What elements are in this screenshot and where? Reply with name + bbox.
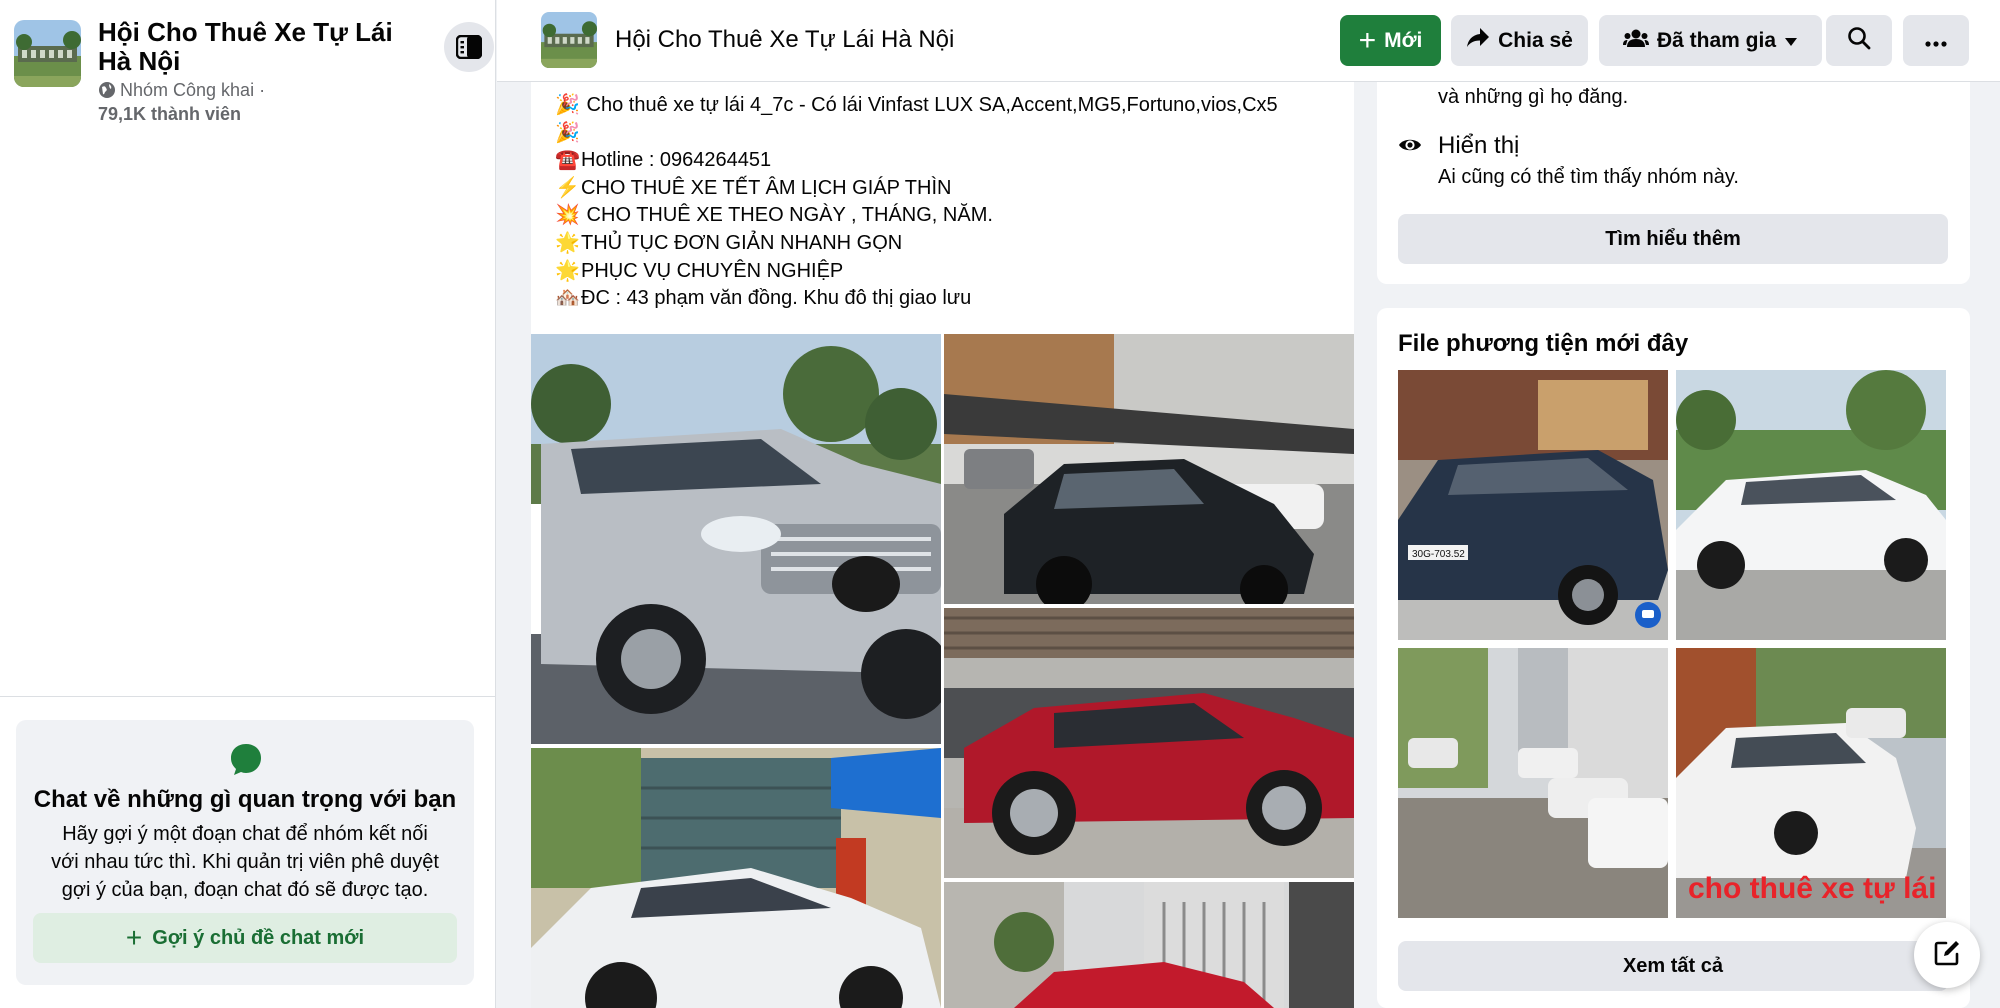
joined-button[interactable]: Đã tham gia bbox=[1599, 15, 1822, 66]
visibility-title: Hiển thị bbox=[1438, 132, 1520, 159]
post-line: 🎉 Cho thuê xe tự lái 4_7c - Có lái Vinfa… bbox=[555, 92, 1345, 120]
header-group-name[interactable]: Hội Cho Thuê Xe Tự Lái Hà Nội bbox=[615, 26, 954, 54]
post-line-text: Hotline : 0964264451 bbox=[581, 149, 772, 172]
post-line-text: PHỤC VỤ CHUYÊN NGHIỆP bbox=[581, 259, 844, 282]
post-line-text: ĐC : 43 phạm văn đồng. Khu đô thị giao l… bbox=[581, 287, 972, 310]
dark-sedan-thumb[interactable]: 30G-703.52 bbox=[1398, 370, 1668, 640]
search-icon bbox=[1847, 26, 1871, 56]
about-group-card: và những gì họ đăng. Hiển thị Ai cũng có… bbox=[1377, 66, 1970, 284]
party-popper-icon: 🎉 bbox=[555, 121, 580, 144]
collapse-sidebar-button[interactable] bbox=[444, 22, 494, 72]
white-sedan-thumb[interactable] bbox=[1676, 370, 1946, 640]
group-sidebar: Hội Cho Thuê Xe Tự Lái Hà Nội Nhóm Công … bbox=[0, 0, 496, 1008]
group-privacy: Nhóm Công khai · bbox=[98, 78, 265, 105]
feed-post: 🎉 Cho thuê xe tự lái 4_7c - Có lái Vinfa… bbox=[531, 82, 1354, 1008]
street-parking-thumb[interactable] bbox=[1398, 648, 1668, 918]
black-suv-photo[interactable] bbox=[944, 334, 1354, 604]
group-member-count[interactable]: 79,1K thành viên bbox=[98, 104, 241, 125]
group-name[interactable]: Hội Cho Thuê Xe Tự Lái Hà Nội bbox=[98, 18, 398, 76]
suggest-chat-topic-button[interactable]: + Gợi ý chủ đề chat mới bbox=[33, 913, 457, 963]
post-line: 🌟PHỤC VỤ CHUYÊN NGHIỆP bbox=[555, 258, 1345, 286]
red-car-street-photo[interactable] bbox=[944, 882, 1354, 1008]
houses-icon: 🏘️ bbox=[555, 287, 580, 310]
white-peugeot-thumb[interactable]: cho thuê xe tự lái bbox=[1676, 648, 1946, 918]
suggest-chat-topic-label: Gợi ý chủ đề chat mới bbox=[152, 926, 365, 949]
lightning-icon: ⚡ bbox=[555, 176, 580, 199]
white-sedan-photo[interactable] bbox=[531, 748, 941, 1008]
chat-card-description: Hãy gợi ý một đoạn chat để nhóm kết nối … bbox=[36, 820, 454, 904]
post-line: ☎️Hotline : 0964264451 bbox=[555, 147, 1345, 175]
share-label: Chia sẻ bbox=[1498, 28, 1573, 52]
party-popper-icon: 🎉 bbox=[555, 94, 580, 116]
star-icon: 🌟 bbox=[555, 231, 580, 254]
new-message-button[interactable] bbox=[1914, 922, 1980, 988]
group-avatar[interactable] bbox=[14, 20, 81, 87]
chat-bubble-icon bbox=[229, 742, 263, 781]
joined-label: Đã tham gia bbox=[1656, 28, 1777, 52]
post-text: 🎉 Cho thuê xe tự lái 4_7c - Có lái Vinfa… bbox=[555, 92, 1345, 313]
recent-media-title: File phương tiện mới đây bbox=[1398, 330, 1689, 357]
chat-desc-line: Hãy gợi ý một đoạn chat để nhóm kết nối bbox=[62, 823, 428, 845]
globe-icon bbox=[98, 81, 116, 105]
new-post-label: Mới bbox=[1384, 28, 1423, 52]
sidebar-divider bbox=[0, 696, 496, 697]
collision-icon: 💥 bbox=[555, 204, 580, 227]
learn-more-button[interactable]: Tìm hiểu thêm bbox=[1398, 214, 1948, 264]
ellipsis-icon bbox=[1925, 29, 1947, 53]
post-line: 💥 CHO THUÊ XE THEO NGÀY , THÁNG, NĂM. bbox=[555, 202, 1345, 230]
post-line-text: CHO THUÊ XE TẾT ÂM LỊCH GIÁP THÌN bbox=[581, 176, 952, 199]
caret-down-icon bbox=[1784, 29, 1798, 53]
visibility-description: Ai cũng có thể tìm thấy nhóm này. bbox=[1438, 166, 1739, 188]
post-line: 🌟THỦ TỤC ĐƠN GIẢN NHANH GỌN bbox=[555, 230, 1345, 258]
star-icon: 🌟 bbox=[555, 259, 580, 282]
red-suv-photo[interactable] bbox=[944, 608, 1354, 878]
post-line-text: THỦ TỤC ĐƠN GIẢN NHANH GỌN bbox=[581, 231, 903, 254]
group-privacy-label: Nhóm Công khai · bbox=[120, 80, 266, 100]
post-line: ⚡CHO THUÊ XE TẾT ÂM LỊCH GIÁP THÌN bbox=[555, 175, 1345, 203]
silver-suv-photo[interactable] bbox=[531, 334, 941, 744]
search-group-button[interactable] bbox=[1826, 15, 1892, 66]
about-description-fragment: và những gì họ đăng. bbox=[1438, 86, 1629, 108]
post-line: 🏘️ĐC : 43 phạm văn đồng. Khu đô thị giao… bbox=[555, 285, 1345, 313]
members-group-icon bbox=[1622, 28, 1649, 54]
sidebar-toggle-icon bbox=[456, 35, 482, 59]
watermark-text: cho thuê xe tự lái bbox=[1688, 872, 1936, 905]
chat-card-title: Chat về những gì quan trọng với bạn bbox=[33, 786, 457, 813]
chat-desc-line: với nhau tức thì. Khi quản trị viên phê … bbox=[51, 851, 439, 873]
license-plate-text: 30G-703.52 bbox=[1412, 549, 1465, 560]
share-button[interactable]: Chia sẻ bbox=[1451, 15, 1588, 66]
plus-icon: + bbox=[125, 922, 143, 953]
see-all-media-button[interactable]: Xem tất cả bbox=[1398, 941, 1948, 991]
group-avatar-small[interactable] bbox=[541, 12, 597, 68]
more-options-button[interactable] bbox=[1903, 15, 1969, 66]
eye-icon bbox=[1398, 136, 1422, 159]
group-info-header: Hội Cho Thuê Xe Tự Lái Hà Nội Nhóm Công … bbox=[14, 18, 494, 128]
chat-desc-line: gợi ý của bạn, đoạn chat đó sẽ được tạo. bbox=[61, 879, 429, 901]
post-line-text: CHO THUÊ XE THEO NGÀY , THÁNG, NĂM. bbox=[581, 204, 993, 227]
post-line: 🎉 bbox=[555, 120, 1345, 148]
group-top-bar: Hội Cho Thuê Xe Tự Lái Hà Nội + Mới Chia… bbox=[497, 0, 2000, 82]
group-chat-suggestion-card: Chat về những gì quan trọng với bạn Hãy … bbox=[16, 720, 474, 985]
recent-media-card: File phương tiện mới đây 30G-703.52 cho … bbox=[1377, 308, 1970, 1008]
plus-icon: + bbox=[1358, 23, 1377, 57]
new-post-button[interactable]: + Mới bbox=[1340, 15, 1441, 66]
telephone-icon: ☎️ bbox=[555, 149, 580, 172]
compose-icon bbox=[1932, 938, 1962, 973]
post-line-text: Cho thuê xe tự lái 4_7c - Có lái Vinfast… bbox=[581, 94, 1278, 116]
share-arrow-icon bbox=[1466, 27, 1490, 55]
